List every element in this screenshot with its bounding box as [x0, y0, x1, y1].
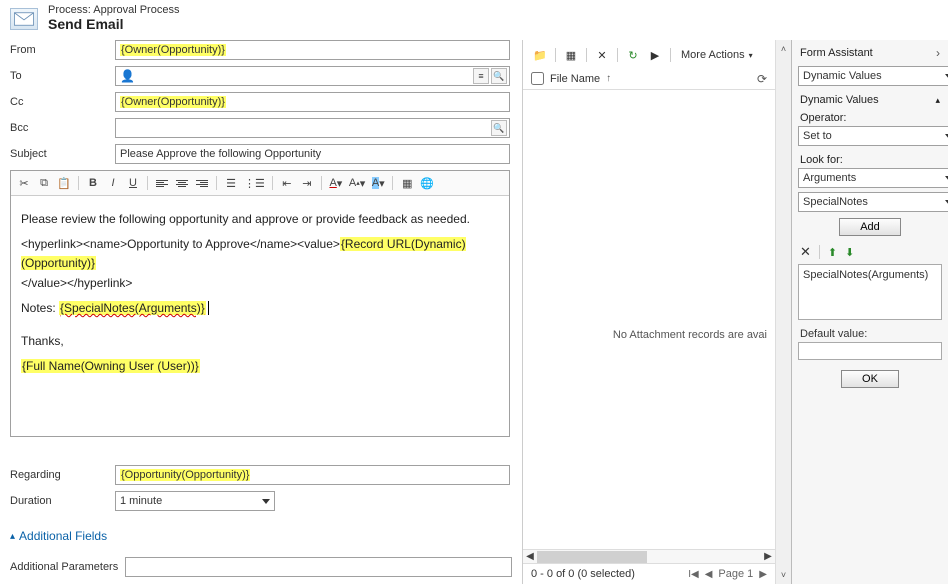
- from-field[interactable]: {Owner(Opportunity)}: [115, 40, 510, 60]
- delete-button[interactable]: ✕: [593, 46, 611, 64]
- align-right-button[interactable]: [193, 174, 211, 192]
- insert-button[interactable]: ▦: [398, 174, 416, 192]
- dynamic-values-section: Dynamic Values: [800, 94, 879, 106]
- prev-page-button[interactable]: ◀: [705, 569, 713, 580]
- mail-icon: [10, 8, 38, 30]
- additional-params-label: Additional Parameters: [10, 561, 125, 573]
- refresh-button[interactable]: ↻: [624, 46, 642, 64]
- to-lookup-button[interactable]: 🔍: [491, 68, 507, 84]
- remove-item-button[interactable]: ✕: [800, 244, 811, 260]
- filename-column[interactable]: File Name: [550, 73, 600, 85]
- user-icon: 👤: [120, 69, 135, 83]
- sort-asc-icon: ↑: [606, 73, 611, 84]
- paste-button[interactable]: 📋: [55, 174, 73, 192]
- select-all-checkbox[interactable]: [531, 72, 544, 85]
- to-expand-button[interactable]: ≡: [473, 68, 489, 84]
- new-attachment-button[interactable]: 📁: [531, 46, 549, 64]
- collapse-assistant-icon[interactable]: ›: [936, 46, 940, 60]
- collapse-section-icon[interactable]: ▴: [935, 95, 940, 106]
- highlight-button[interactable]: A▾: [369, 174, 387, 192]
- duration-select[interactable]: 1 minute: [115, 491, 275, 511]
- scroll-right-icon[interactable]: ▶: [761, 551, 775, 562]
- bcc-label: Bcc: [10, 122, 115, 134]
- move-up-button[interactable]: ⬆: [828, 246, 837, 259]
- scroll-down-icon[interactable]: ˅: [781, 570, 786, 580]
- ordered-list-button[interactable]: ☰: [222, 174, 240, 192]
- additional-fields-toggle[interactable]: Additional Fields: [10, 529, 512, 543]
- operator-select[interactable]: Set to: [798, 126, 948, 146]
- lookfor-entity-select[interactable]: Arguments: [798, 168, 948, 188]
- add-button[interactable]: Add: [839, 218, 901, 236]
- form-assistant-title: Form Assistant: [800, 47, 873, 59]
- scroll-up-icon[interactable]: ˄: [781, 44, 786, 54]
- lookfor-label: Look for:: [792, 150, 948, 168]
- process-label: Process: Approval Process: [48, 4, 179, 16]
- duration-label: Duration: [10, 495, 115, 507]
- to-field[interactable]: 👤 ≡ 🔍: [115, 66, 510, 86]
- cut-button[interactable]: ✂: [15, 174, 33, 192]
- italic-button[interactable]: I: [104, 174, 122, 192]
- editor-body[interactable]: Please review the following opportunity …: [11, 196, 509, 436]
- cc-label: Cc: [10, 96, 115, 108]
- assistant-mode-select[interactable]: Dynamic Values: [798, 66, 948, 86]
- default-value-input[interactable]: [798, 342, 942, 360]
- align-left-button[interactable]: [153, 174, 171, 192]
- lookfor-attr-select[interactable]: SpecialNotes: [798, 192, 948, 212]
- more-actions-menu[interactable]: More Actions▾: [677, 47, 757, 63]
- editor-toolbar: ✂ ⧉ 📋 B I U ☰ ⋮☰ ⇤ ⇥: [11, 171, 509, 196]
- ok-button[interactable]: OK: [841, 370, 899, 388]
- unordered-list-button[interactable]: ⋮☰: [242, 174, 267, 192]
- copy-button[interactable]: ⧉: [35, 174, 53, 192]
- subject-label: Subject: [10, 148, 115, 160]
- subject-field[interactable]: Please Approve the following Opportunity: [115, 144, 510, 164]
- align-center-button[interactable]: [173, 174, 191, 192]
- bcc-lookup-button[interactable]: 🔍: [491, 120, 507, 136]
- h-scrollbar[interactable]: ◀ ▶: [523, 549, 775, 563]
- indent-button[interactable]: ⇥: [298, 174, 316, 192]
- bcc-field[interactable]: 🔍: [115, 118, 510, 138]
- grid-view-button[interactable]: ▦: [562, 46, 580, 64]
- first-page-button[interactable]: I◀: [688, 569, 698, 580]
- move-down-button[interactable]: ⬇: [845, 246, 854, 259]
- link-button[interactable]: 🌐: [418, 174, 436, 192]
- vertical-scrollbar[interactable]: ˄ ˅: [775, 40, 791, 584]
- to-label: To: [10, 70, 115, 82]
- default-value-label: Default value:: [792, 320, 948, 342]
- additional-params-field[interactable]: [125, 557, 512, 577]
- next-page-button[interactable]: ▶: [759, 569, 767, 580]
- attachments-empty: No Attachment records are avai: [523, 90, 775, 549]
- font-color-button[interactable]: A▾: [327, 174, 345, 192]
- font-size-button[interactable]: A▴▾: [347, 174, 367, 192]
- page-title: Send Email: [48, 16, 179, 32]
- underline-button[interactable]: U: [124, 174, 142, 192]
- from-label: From: [10, 44, 115, 56]
- operator-label: Operator:: [792, 108, 948, 126]
- selected-values-list[interactable]: SpecialNotes(Arguments): [798, 264, 942, 320]
- regarding-label: Regarding: [10, 469, 115, 481]
- run-button[interactable]: ▶: [646, 46, 664, 64]
- cc-field[interactable]: {Owner(Opportunity)}: [115, 92, 510, 112]
- page-indicator: Page 1: [718, 568, 753, 580]
- selection-status: 0 - 0 of 0 (0 selected): [531, 568, 635, 580]
- regarding-field[interactable]: {Opportunity(Opportunity)}: [115, 465, 510, 485]
- scroll-left-icon[interactable]: ◀: [523, 551, 537, 562]
- refresh-grid-icon[interactable]: ⟳: [757, 72, 767, 86]
- outdent-button[interactable]: ⇤: [278, 174, 296, 192]
- bold-button[interactable]: B: [84, 174, 102, 192]
